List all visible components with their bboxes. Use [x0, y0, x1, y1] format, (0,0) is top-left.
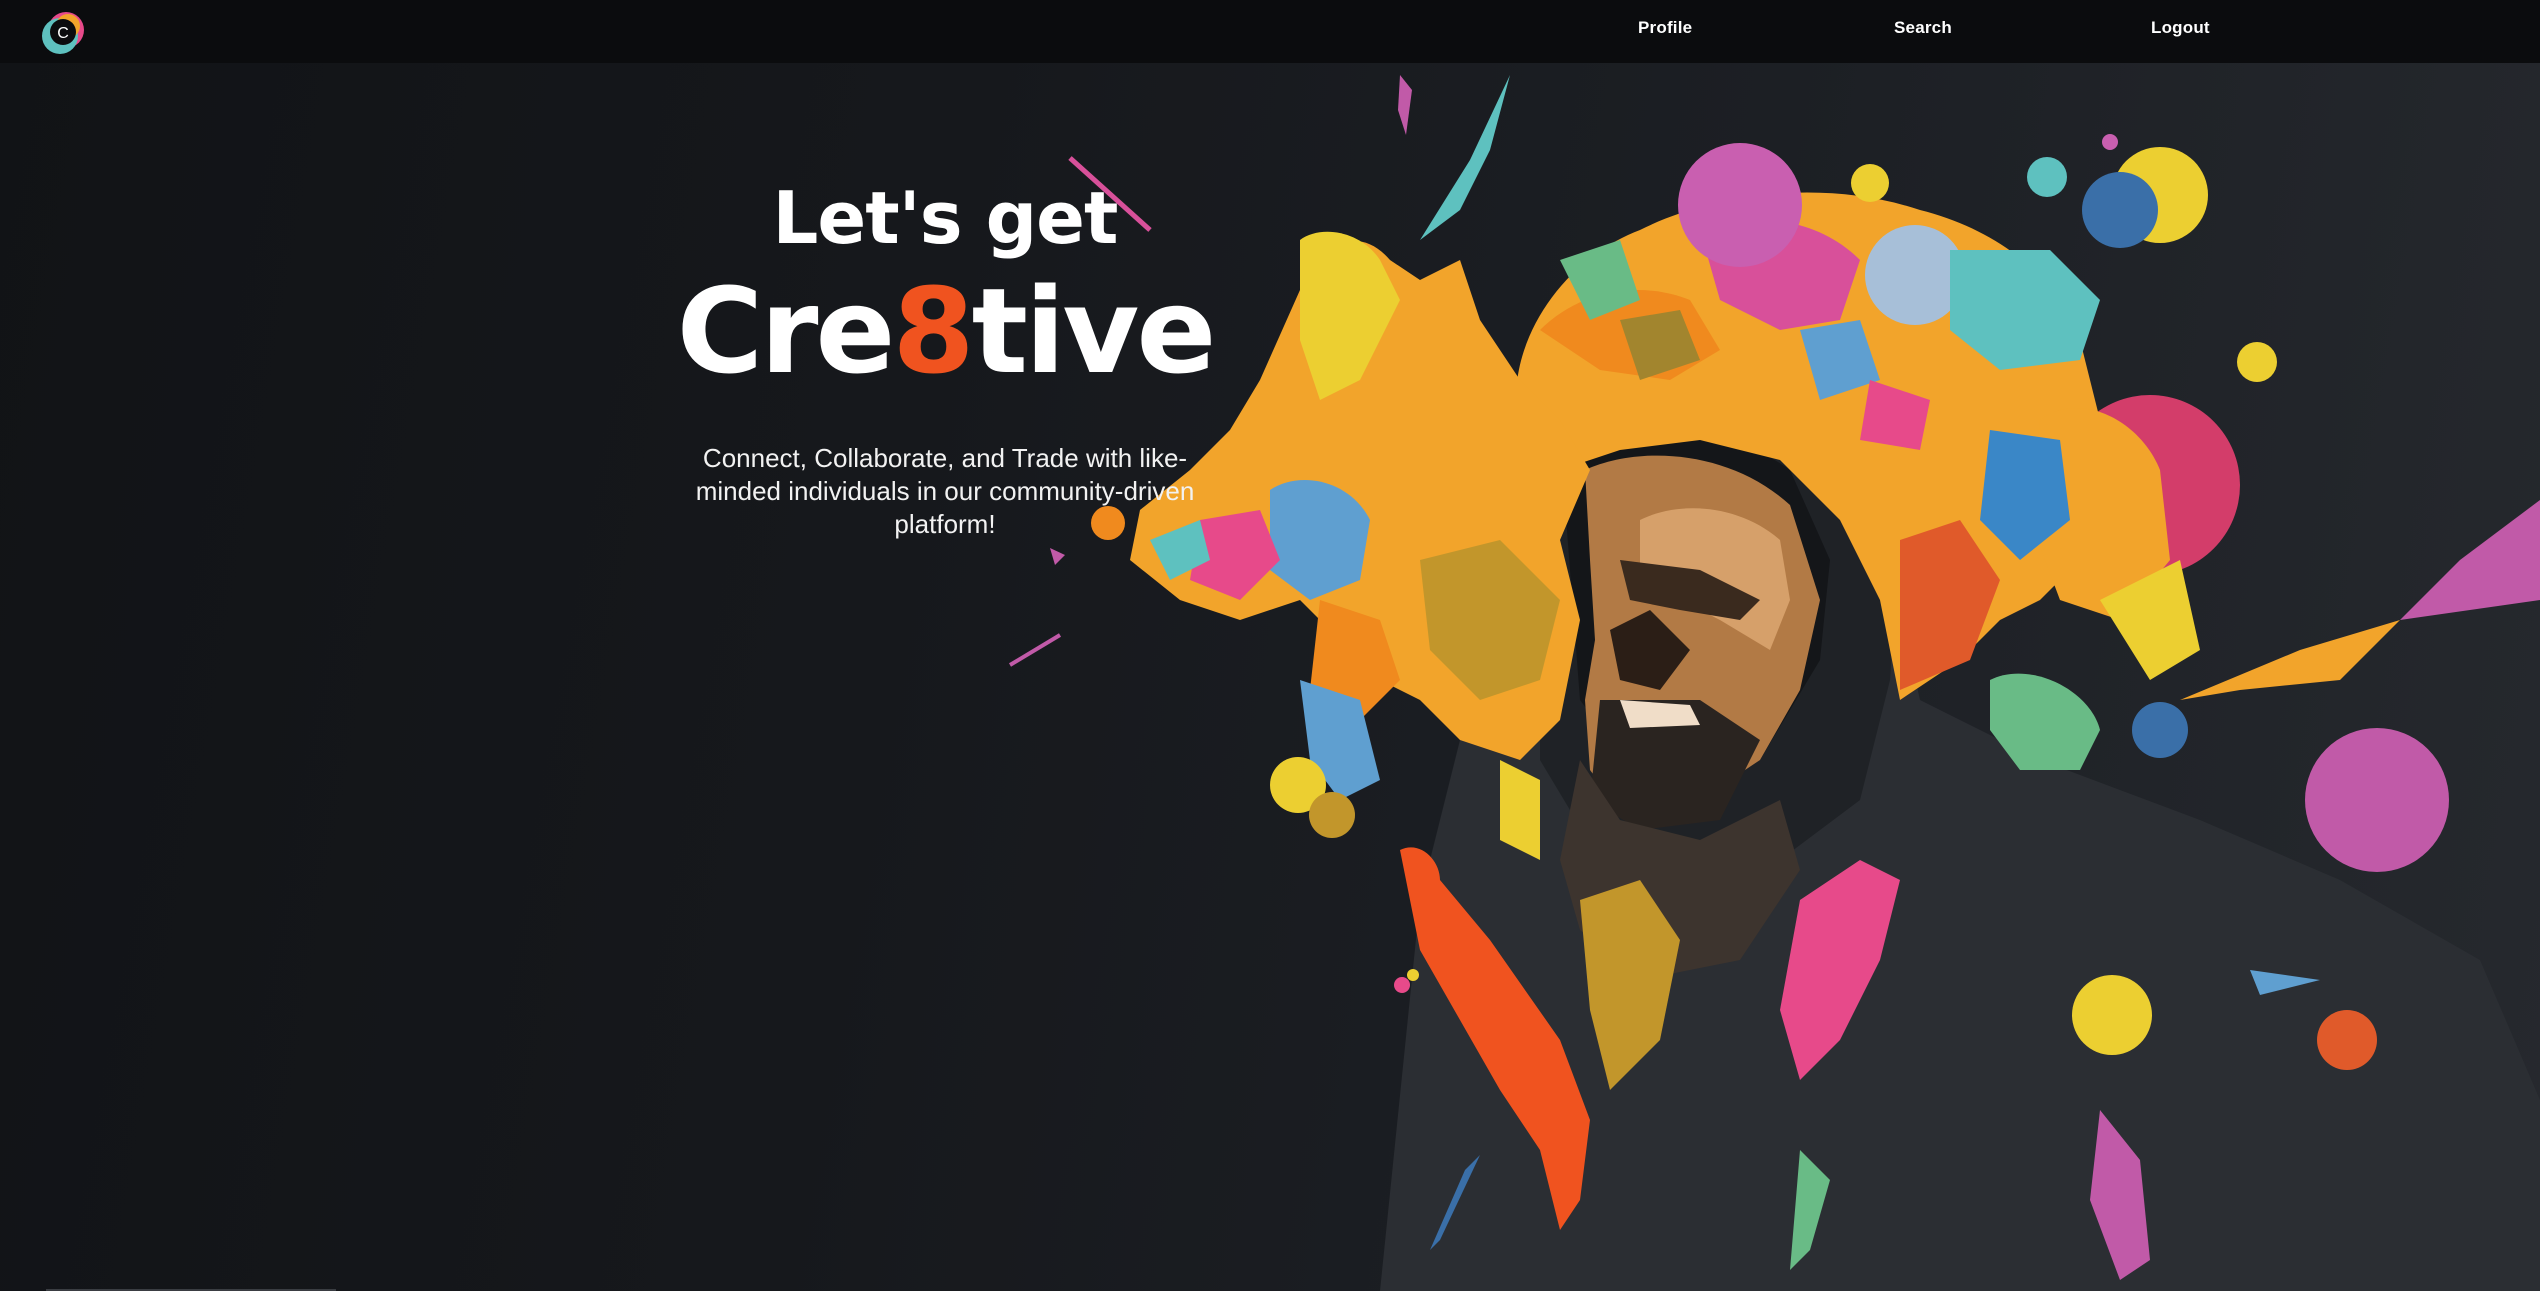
hero-line-1: Let's get	[772, 176, 1119, 260]
nav-link-search[interactable]: Search	[1894, 18, 1952, 38]
hero-brand-prefix: Cre	[676, 262, 896, 400]
hero-heading: Let's get Cre8tive	[640, 170, 1250, 396]
nav-link-profile[interactable]: Profile	[1638, 18, 1692, 38]
colorful-paint-splash-portrait-illustration	[1008, 75, 2540, 1291]
hero-line-2: Cre8tive	[640, 266, 1250, 396]
hero-tagline: Connect, Collaborate, and Trade with lik…	[695, 443, 1195, 539]
cre8tive-logo-icon[interactable]: C	[36, 6, 92, 58]
hero-brand-suffix: tive	[971, 262, 1217, 400]
nav-link-logout[interactable]: Logout	[2151, 18, 2210, 38]
hero-brand-accent: 8	[892, 262, 974, 400]
svg-text:C: C	[57, 25, 69, 42]
top-navbar: C Profile Search Logout	[0, 0, 2540, 63]
